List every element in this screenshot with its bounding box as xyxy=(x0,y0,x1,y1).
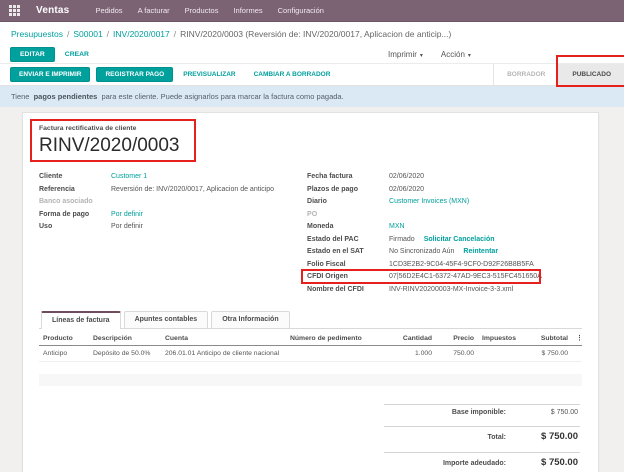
nav-item-productos[interactable]: Productos xyxy=(185,6,219,15)
top-nav-bar: Ventas Pedidos A facturar Productos Info… xyxy=(0,0,624,22)
field-banco-asociado: Banco asociado xyxy=(39,196,300,209)
tab-otra-informacion[interactable]: Otra Información xyxy=(211,311,289,328)
field-uso: Uso Por definir xyxy=(39,221,300,234)
field-fecha-factura: Fecha factura 02/06/2020 xyxy=(307,171,582,184)
breadcrumb-separator: / xyxy=(67,29,69,39)
status-pipeline: BORRADOR PUBLICADO xyxy=(493,64,624,85)
col-producto: Producto xyxy=(39,330,89,346)
cell-impuestos xyxy=(478,346,520,362)
breadcrumb-current: RINV/2020/0003 (Reversión de: INV/2020/0… xyxy=(180,29,451,39)
outstanding-payments-alert: Tiene pagos pendientes para este cliente… xyxy=(0,86,624,107)
notebook-tabs: Líneas de factura Apuntes contables Otra… xyxy=(39,311,582,329)
form-action-row: EDITAR CREAR Imprimir▾ Acción▾ xyxy=(0,45,624,63)
col-impuestos: Impuestos xyxy=(478,330,520,346)
forma-pago-value-link[interactable]: Por definir xyxy=(111,209,143,222)
field-estado-en-el-sat: Estado en el SAT No Sincronizado Aún Rei… xyxy=(307,246,582,259)
preview-button[interactable]: PREVISUALIZAR xyxy=(183,71,235,78)
breadcrumb-link-inv-2020-0017[interactable]: INV/2020/0017 xyxy=(113,29,170,39)
document-name: RINV/2020/0003 xyxy=(39,135,180,157)
send-print-button[interactable]: ENVIAR E IMPRIMIR xyxy=(10,67,90,82)
app-name-ventas[interactable]: Ventas xyxy=(36,5,69,16)
content-area: Factura rectificativa de cliente RINV/20… xyxy=(0,107,624,472)
status-publicado[interactable]: PUBLICADO xyxy=(558,64,624,85)
cell-descripcion: Depósito de 50.0% xyxy=(89,346,161,362)
breadcrumb: Presupuestos / S00001 / INV/2020/0017 / … xyxy=(0,22,624,45)
nav-item-informes[interactable]: Informes xyxy=(233,6,262,15)
cell-cantidad: 1.000 xyxy=(386,346,436,362)
cell-cuenta: 206.01.01 Anticipo de cliente nacional xyxy=(161,346,286,362)
breadcrumb-link-presupuestos[interactable]: Presupuestos xyxy=(11,29,63,39)
cliente-value-link[interactable]: Customer 1 xyxy=(111,171,147,184)
nav-item-pedidos[interactable]: Pedidos xyxy=(95,6,122,15)
invoice-lines-table: Producto Descripción Cuenta Número de pe… xyxy=(39,330,582,386)
breadcrumb-separator: / xyxy=(107,29,109,39)
col-cuenta: Cuenta xyxy=(161,330,286,346)
col-numero-pedimento: Número de pedimento xyxy=(286,330,386,346)
apps-menu-icon[interactable] xyxy=(9,5,20,16)
field-folio-fiscal: Folio Fiscal 1CD3E2B2-9C04-45F4-9CF0-D92… xyxy=(307,259,582,272)
field-plazos-de-pago: Plazos de pago 02/06/2020 xyxy=(307,184,582,197)
create-button[interactable]: CREAR xyxy=(65,51,89,58)
invoice-line-row[interactable]: Anticipo Depósito de 50.0% 206.01.01 Ant… xyxy=(39,346,582,362)
tab-apuntes-contables[interactable]: Apuntes contables xyxy=(124,311,209,328)
action-dropdown[interactable]: Acción▾ xyxy=(441,50,471,59)
cell-producto: Anticipo xyxy=(39,346,89,362)
nav-item-a-facturar[interactable]: A facturar xyxy=(138,6,170,15)
breadcrumb-link-s00001[interactable]: S00001 xyxy=(73,29,102,39)
moneda-value-link[interactable]: MXN xyxy=(389,221,405,234)
field-moneda: Moneda MXN xyxy=(307,221,582,234)
empty-row xyxy=(39,374,582,386)
field-nombre-del-cfdi: Nombre del CFDI INV-RINV20200003-MX-Invo… xyxy=(307,284,582,297)
cell-pedimento xyxy=(286,346,386,362)
column-options-icon[interactable]: ⋮ xyxy=(572,330,582,346)
col-subtotal: Subtotal xyxy=(520,330,572,346)
col-descripcion: Descripción xyxy=(89,330,161,346)
alert-bold-text: pagos pendientes xyxy=(34,92,98,101)
tab-lineas-de-factura[interactable]: Líneas de factura xyxy=(41,311,121,329)
invoice-form-sheet: Factura rectificativa de cliente RINV/20… xyxy=(22,112,599,472)
col-precio: Precio xyxy=(436,330,478,346)
cell-precio: 750.00 xyxy=(436,346,478,362)
field-diario: Diario Customer Invoices (MXN) xyxy=(307,196,582,209)
fields-left-column: Cliente Customer 1 Referencia Reversión … xyxy=(39,171,300,296)
table-header-row: Producto Descripción Cuenta Número de pe… xyxy=(39,330,582,346)
field-referencia: Referencia Reversión de: INV/2020/0017, … xyxy=(39,184,300,197)
diario-value-link[interactable]: Customer Invoices (MXN) xyxy=(389,196,469,209)
dropdown-menus: Imprimir▾ Acción▾ xyxy=(388,45,471,63)
breadcrumb-separator: / xyxy=(174,29,176,39)
reintentar-link[interactable]: Reintentar xyxy=(463,246,498,259)
odoo-invoice-window: Ventas Pedidos A facturar Productos Info… xyxy=(0,0,624,472)
field-po: PO xyxy=(307,209,582,222)
document-title-block: Factura rectificativa de cliente RINV/20… xyxy=(39,125,180,157)
empty-row xyxy=(39,362,582,374)
status-borrador[interactable]: BORRADOR xyxy=(493,64,558,85)
caret-down-icon: ▾ xyxy=(468,53,471,59)
print-dropdown[interactable]: Imprimir▾ xyxy=(388,50,423,59)
document-type-label: Factura rectificativa de cliente xyxy=(39,125,180,132)
form-fields: Cliente Customer 1 Referencia Reversión … xyxy=(39,171,582,296)
reset-to-draft-button[interactable]: CAMBIAR A BORRADOR xyxy=(254,71,331,78)
total-base-imponible: Base imponible: $ 750.00 xyxy=(384,404,580,419)
field-estado-del-pac: Estado del PAC Firmado Solicitar Cancela… xyxy=(307,234,582,247)
totals-block: Base imponible: $ 750.00 Total: $ 750.00… xyxy=(384,404,580,471)
field-cliente: Cliente Customer 1 xyxy=(39,171,300,184)
field-cfdi-origen: CFDI Origen 07|56D2E4C1-6372-47AD-9EC3-5… xyxy=(307,271,582,284)
register-payment-button[interactable]: REGISTRAR PAGO xyxy=(96,67,173,82)
col-cantidad: Cantidad xyxy=(386,330,436,346)
total-total: Total: $ 750.00 xyxy=(384,426,580,445)
total-importe-adeudado: Importe adeudado: $ 750.00 xyxy=(384,452,580,471)
edit-button[interactable]: EDITAR xyxy=(10,47,55,62)
fields-right-column: Fecha factura 02/06/2020 Plazos de pago … xyxy=(307,171,582,296)
caret-down-icon: ▾ xyxy=(420,53,423,59)
nav-item-configuracion[interactable]: Configuración xyxy=(278,6,324,15)
solicitar-cancelacion-link[interactable]: Solicitar Cancelación xyxy=(424,234,495,247)
cell-subtotal: $ 750.00 xyxy=(520,346,572,362)
statusbar: ENVIAR E IMPRIMIR REGISTRAR PAGO PREVISU… xyxy=(0,63,624,86)
field-forma-de-pago: Forma de pago Por definir xyxy=(39,209,300,222)
